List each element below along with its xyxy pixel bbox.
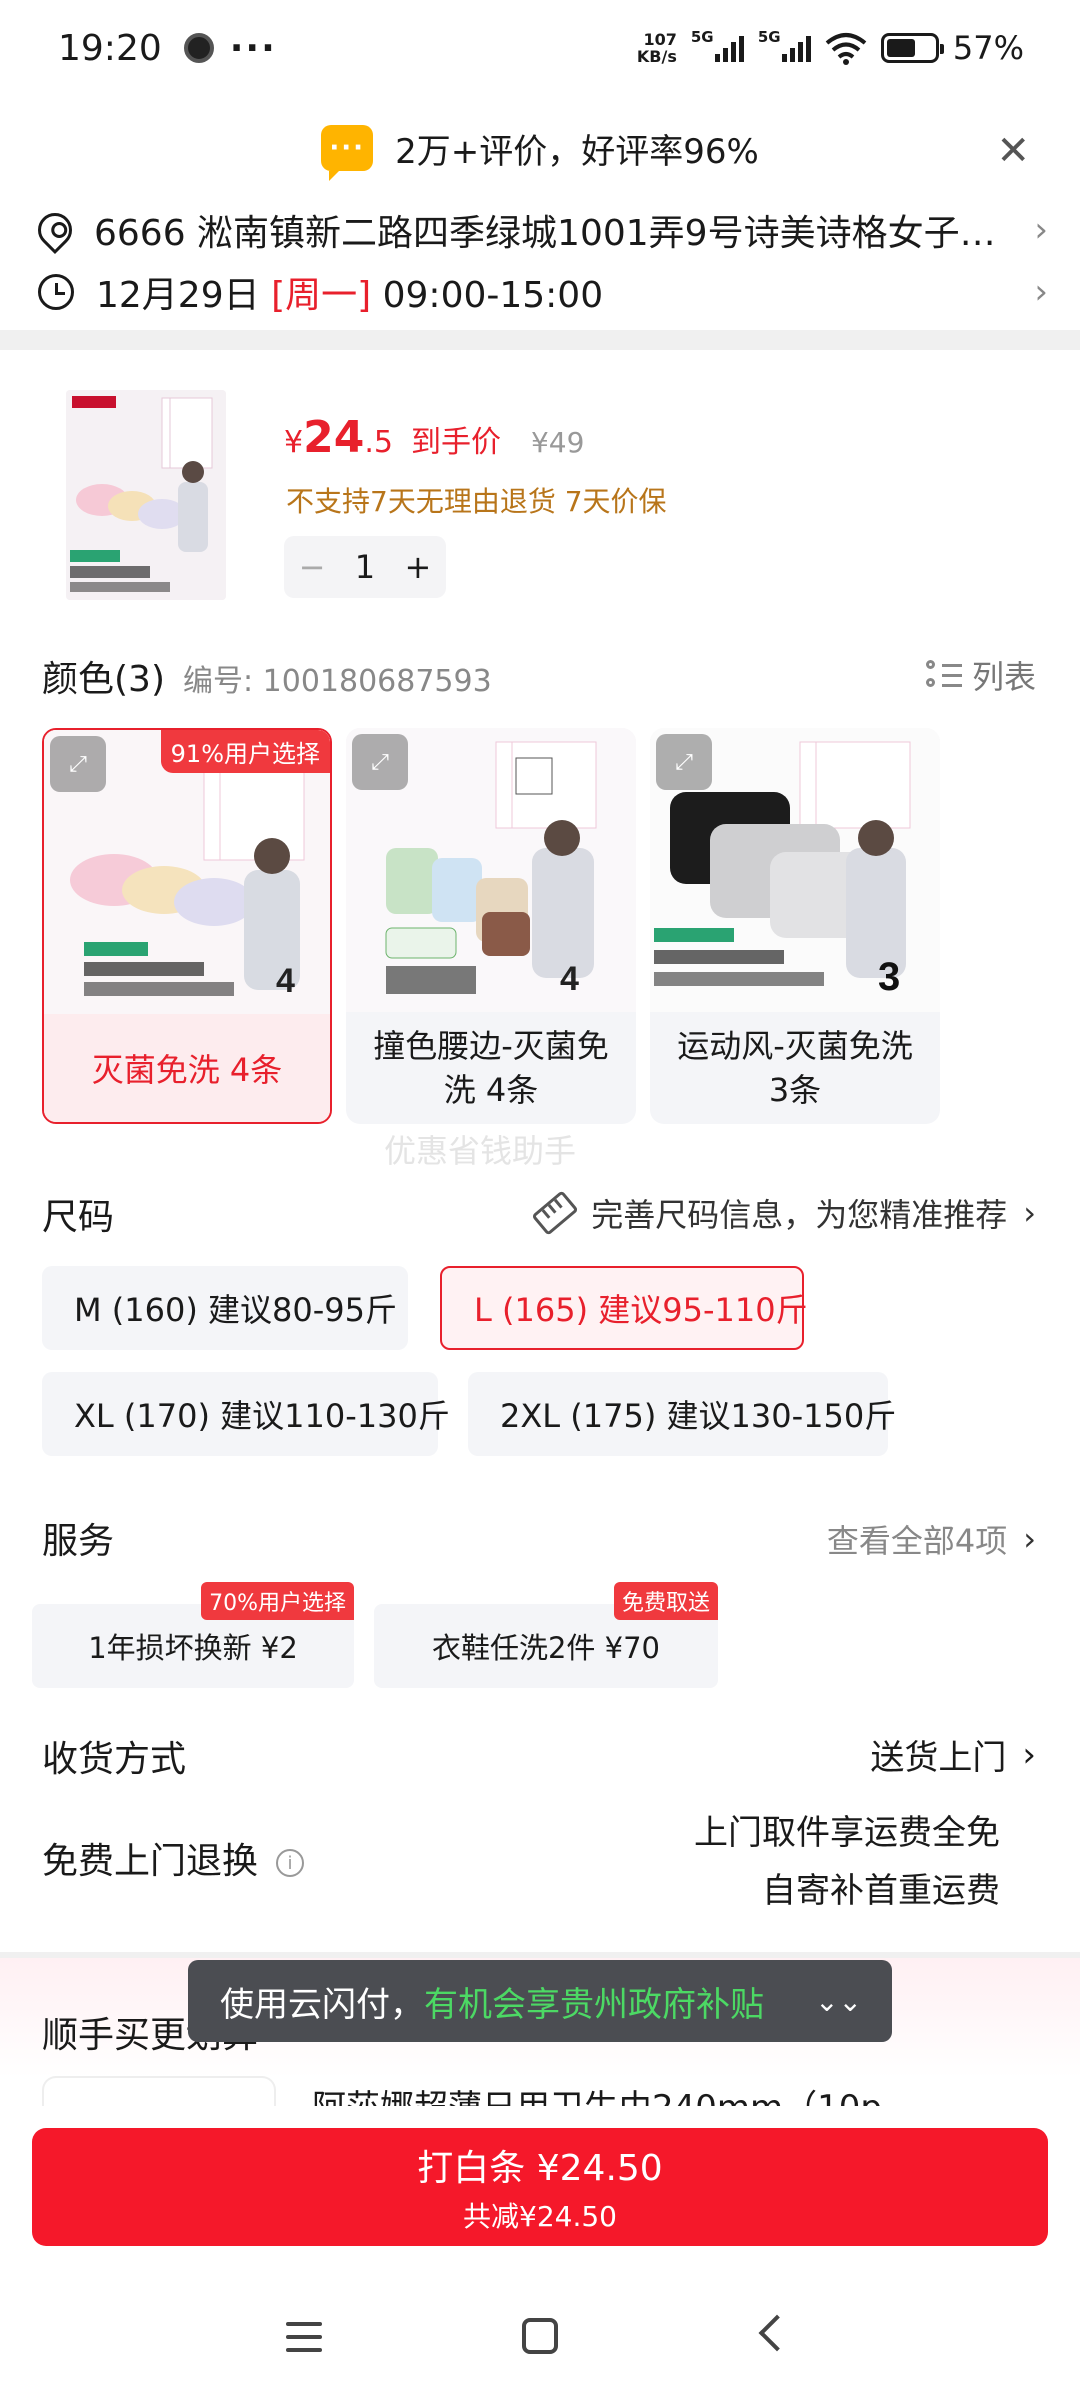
return-policy: 不支持7天无理由退货 7天价保 bbox=[286, 485, 667, 518]
battery-icon bbox=[880, 33, 944, 63]
original-price: ¥49 bbox=[530, 426, 585, 459]
price-integer: 24 bbox=[303, 412, 365, 463]
price-decimal: .5 bbox=[364, 425, 393, 460]
quantity-value[interactable]: 1 bbox=[355, 548, 375, 586]
delivery-time-row[interactable]: 12月29日 [周一] 09:00-15:00 › bbox=[38, 262, 1048, 322]
service-option-laundry[interactable]: 衣鞋任洗2件 ¥70 免费取送 bbox=[374, 1582, 718, 1688]
clock-icon bbox=[38, 274, 74, 310]
size-option-xl[interactable]: XL (170) 建议110-130斤 bbox=[42, 1372, 450, 1456]
signal-strength-icon-2: 5G bbox=[758, 28, 811, 62]
app-notification-icon bbox=[183, 33, 214, 63]
list-view-toggle[interactable]: 列表 bbox=[925, 652, 1036, 698]
color-option-1[interactable]: 4 ⤢ 91%用户选择 灭菌免洗 4条 bbox=[42, 728, 332, 1124]
info-icon[interactable]: i bbox=[276, 1849, 305, 1877]
battery-percentage: 57% bbox=[952, 29, 1024, 67]
chevron-right-icon: › bbox=[1023, 1194, 1036, 1232]
chevron-down-icon[interactable]: ⌄⌄ bbox=[815, 1985, 862, 2018]
buy-button[interactable]: 打白条 ¥24.50 共减¥24.50 bbox=[32, 2128, 1048, 2246]
chevron-right-icon: › bbox=[1034, 272, 1048, 312]
wifi-icon bbox=[825, 33, 867, 65]
color-option-2[interactable]: 4 ⤢ 撞色腰边-灭菌免洗 4条 bbox=[346, 728, 636, 1124]
size-section-title: 尺码 bbox=[42, 1197, 115, 1238]
svg-text:3: 3 bbox=[878, 955, 900, 999]
service-badge: 70%用户选择 bbox=[201, 1582, 354, 1620]
size-recommend-link[interactable]: 完善尺码信息，为您精准推荐 › bbox=[531, 1190, 1036, 1236]
color-option-label: 撞色腰边-灭菌免洗 4条 bbox=[373, 1027, 609, 1109]
chevron-right-icon: › bbox=[1023, 1520, 1036, 1558]
delivery-method-title: 收货方式 bbox=[42, 1739, 187, 1780]
free-return-title: 免费上门退换 i bbox=[42, 1832, 305, 1884]
popular-badge: 91%用户选择 bbox=[160, 730, 330, 773]
size-option-2xl[interactable]: 2XL (175) 建议130-150斤 bbox=[468, 1372, 896, 1456]
chevron-right-icon: › bbox=[1034, 210, 1048, 250]
svg-text:4: 4 bbox=[560, 960, 579, 998]
price-row: ¥ 24 .5 到手价 ¥49 bbox=[284, 412, 585, 463]
zoom-icon[interactable]: ⤢ bbox=[656, 734, 712, 790]
color-option-label: 灭菌免洗 4条 bbox=[44, 1014, 330, 1122]
view-all-services-link[interactable]: 查看全部4项 › bbox=[827, 1516, 1036, 1562]
delivery-time: 12月29日 [周一] 09:00-15:00 bbox=[96, 275, 604, 316]
review-summary: 2万+评价，好评率96% bbox=[395, 131, 759, 172]
home-icon[interactable] bbox=[522, 2318, 558, 2354]
zoom-icon[interactable]: ⤢ bbox=[50, 736, 106, 792]
plus-button[interactable]: + bbox=[404, 548, 431, 586]
watermark: 优惠省钱助手 bbox=[384, 1132, 577, 1170]
address-text: 6666 淞南镇新二路四季绿城1001弄9号诗美诗格女子… bbox=[94, 213, 996, 254]
color-option-label: 运动风-灭菌免洗3条 bbox=[677, 1027, 913, 1109]
color-section-title: 颜色(3) 编号: 100180687593 bbox=[42, 659, 492, 700]
sku-number: 编号: 100180687593 bbox=[183, 664, 492, 699]
divider bbox=[0, 330, 1080, 350]
network-speed: 107 KB/s bbox=[636, 30, 677, 66]
chat-bubble-icon: ··· bbox=[321, 125, 374, 181]
address-row[interactable]: 6666 淞南镇新二路四季绿城1001弄9号诗美诗格女子… › bbox=[30, 200, 1048, 260]
service-section-title: 服务 bbox=[42, 1521, 115, 1562]
size-option-m[interactable]: M (160) 建议80-95斤 bbox=[42, 1266, 408, 1350]
product-thumbnail[interactable] bbox=[66, 390, 226, 600]
minus-button[interactable]: − bbox=[299, 548, 326, 586]
zoom-icon[interactable]: ⤢ bbox=[352, 734, 408, 790]
review-banner[interactable]: ··· 2万+评价，好评率96% bbox=[0, 118, 1080, 181]
delivery-method-selector[interactable]: 送货上门 › bbox=[870, 1730, 1036, 1779]
recent-apps-icon[interactable] bbox=[286, 2322, 322, 2352]
status-bar: 19:20 ··· 107 KB/s 5G 5G 57% bbox=[0, 0, 1080, 96]
clock-time: 19:20 bbox=[58, 27, 162, 69]
close-icon[interactable]: ✕ bbox=[996, 128, 1030, 174]
location-pin-icon bbox=[30, 205, 80, 255]
svg-text:4: 4 bbox=[276, 962, 295, 1000]
signal-strength-icon: 5G bbox=[691, 28, 744, 62]
payment-promo-toast[interactable]: 使用云闪付， 有机会享贵州政府补贴 ⌄⌄ bbox=[188, 1960, 892, 2042]
color-option-3[interactable]: 3 ⤢ 运动风-灭菌免洗3条 bbox=[650, 728, 940, 1124]
return-policy-detail: 上门取件享运费全免 自寄补首重运费 bbox=[694, 1813, 1000, 1911]
chevron-right-icon: › bbox=[1022, 1734, 1036, 1775]
more-notifications-icon: ··· bbox=[229, 27, 277, 69]
quantity-stepper: − 1 + bbox=[284, 536, 446, 598]
price-tag: 到手价 bbox=[410, 425, 501, 460]
ruler-icon bbox=[531, 1190, 579, 1236]
list-icon bbox=[925, 658, 962, 692]
service-badge: 免费取送 bbox=[613, 1582, 718, 1620]
service-option-replace[interactable]: 1年损坏换新 ¥2 70%用户选择 bbox=[32, 1582, 354, 1688]
size-option-l[interactable]: L (165) 建议95-110斤 bbox=[440, 1266, 808, 1350]
